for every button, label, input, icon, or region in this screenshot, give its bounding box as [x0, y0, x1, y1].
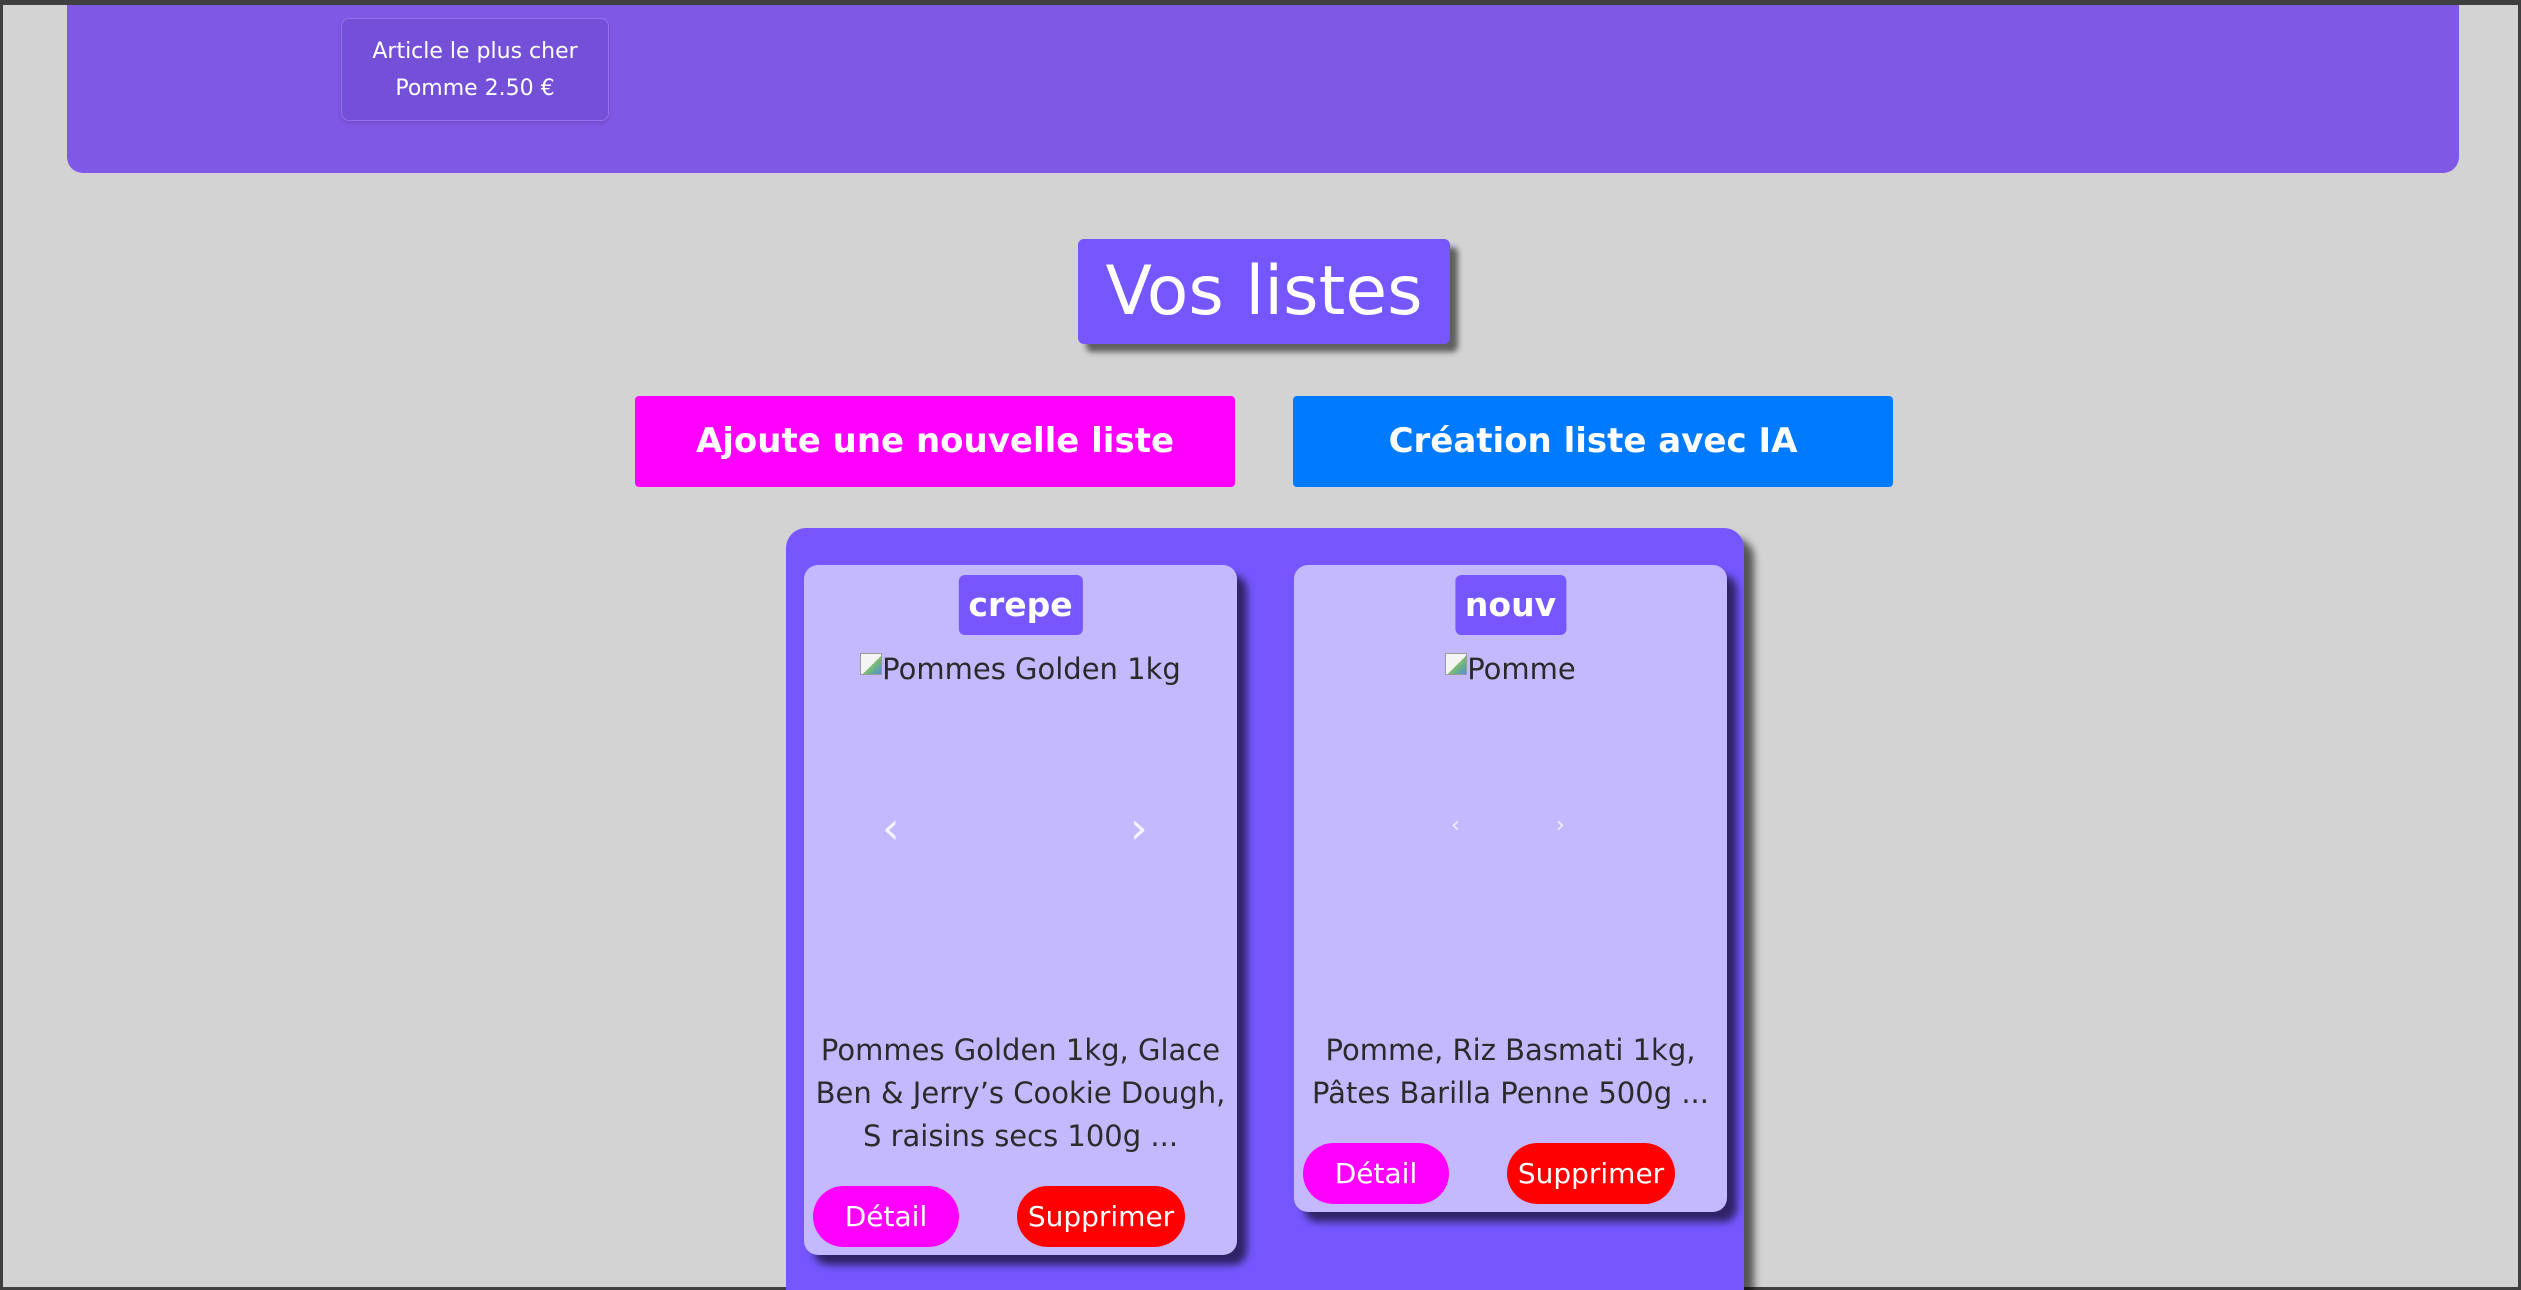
- chevron-left-icon[interactable]: ‹: [882, 803, 900, 854]
- list-card-image: Pomme: [1294, 651, 1727, 687]
- most-expensive-item-card: Article le plus cher Pomme 2.50 €: [341, 18, 609, 121]
- broken-image-icon: [860, 653, 883, 675]
- chevron-left-icon[interactable]: ‹: [1451, 813, 1460, 838]
- app-page: Article le plus cher Pomme 2.50 € Vos li…: [0, 0, 2521, 1290]
- delete-button[interactable]: Supprimer: [1507, 1143, 1675, 1204]
- chevron-right-icon[interactable]: ›: [1130, 803, 1148, 854]
- list-card: crepe Pommes Golden 1kg ‹ › Pommes Golde…: [804, 565, 1237, 1255]
- detail-button[interactable]: Détail: [813, 1186, 959, 1247]
- list-card-description: Pommes Golden 1kg, Glace Ben & Jerry’s C…: [815, 1033, 1226, 1153]
- broken-image-icon: [1445, 653, 1468, 675]
- page-title: Vos listes: [1078, 239, 1450, 344]
- list-card-description: Pomme, Riz Basmati 1kg, Pâtes Barilla Pe…: [1312, 1033, 1709, 1110]
- stat-value: Pomme 2.50 €: [395, 76, 555, 101]
- list-card: nouv Pomme ‹ › Pomme, Riz Basmati 1kg, P…: [1294, 565, 1727, 1212]
- chevron-right-icon[interactable]: ›: [1556, 813, 1565, 838]
- image-alt-text: Pomme: [1467, 652, 1576, 686]
- list-card-title: crepe: [958, 575, 1083, 635]
- image-alt-text: Pommes Golden 1kg: [882, 652, 1181, 686]
- stat-label: Article le plus cher: [372, 39, 578, 64]
- delete-button[interactable]: Supprimer: [1017, 1186, 1185, 1247]
- top-banner: Article le plus cher Pomme 2.50 €: [67, 5, 2459, 173]
- detail-button[interactable]: Détail: [1303, 1143, 1449, 1204]
- list-card-image: Pommes Golden 1kg: [804, 651, 1237, 687]
- ai-create-list-button[interactable]: Création liste avec IA: [1293, 396, 1893, 487]
- add-list-button[interactable]: Ajoute une nouvelle liste: [635, 396, 1235, 487]
- list-card-title: nouv: [1454, 575, 1567, 635]
